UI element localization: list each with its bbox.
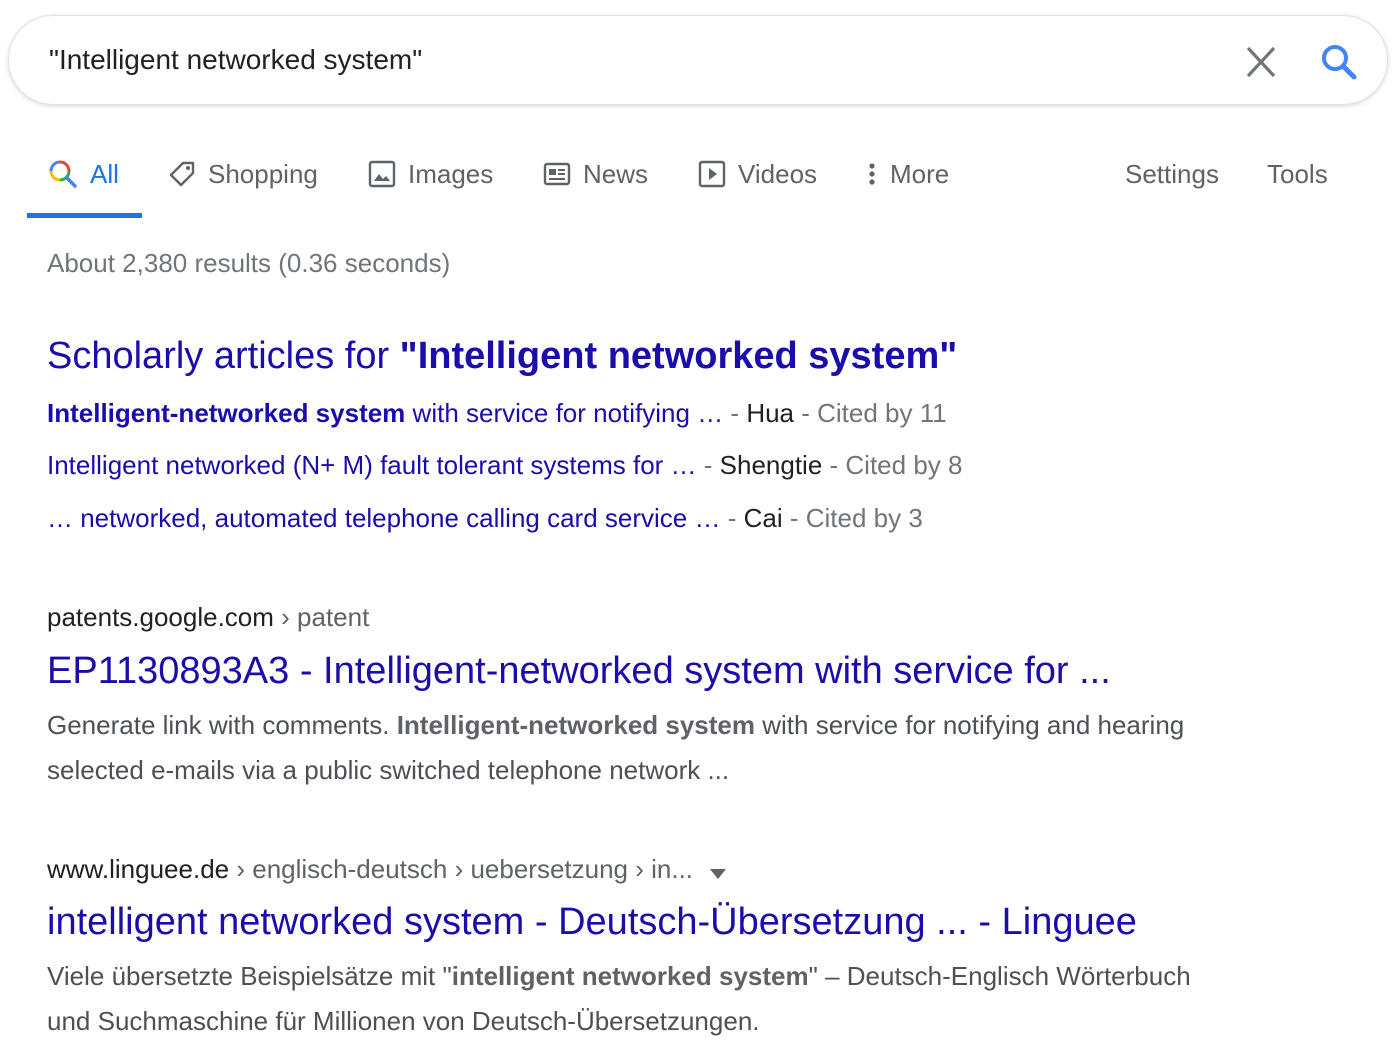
result-domain: patents.google.com xyxy=(47,602,274,632)
tab-images[interactable]: Images xyxy=(368,154,493,194)
tab-all[interactable]: All xyxy=(48,154,119,194)
tab-label: More xyxy=(890,158,950,189)
scholar-item-text: Intelligent networked (N+ M) fault toler… xyxy=(47,450,697,480)
scholar-author: Shengtie xyxy=(719,450,823,480)
tab-news[interactable]: News xyxy=(543,154,648,194)
scholar-author: Hua xyxy=(746,398,795,428)
scholar-item-link[interactable]: Intelligent-networked system with servic… xyxy=(47,398,723,428)
scholar-item-link[interactable]: Intelligent networked (N+ M) fault toler… xyxy=(47,450,697,480)
scholar-item: … networked, automated telephone calling… xyxy=(47,503,923,534)
result-snippet: Viele übersetzte Beispielsätze mit "inte… xyxy=(47,954,1227,1044)
close-icon xyxy=(1246,46,1276,78)
snippet-text: Generate link with comments. xyxy=(47,710,397,740)
result-domain: www.linguee.de xyxy=(47,854,230,884)
snippet-text: Viele übersetzte Beispielsätze mit " xyxy=(47,961,452,991)
tab-shopping[interactable]: Shopping xyxy=(168,154,318,194)
scholar-item: Intelligent-networked system with servic… xyxy=(47,398,947,429)
scholar-title-prefix: Scholarly articles for xyxy=(47,335,400,377)
search-box xyxy=(8,15,1388,105)
image-icon xyxy=(368,160,396,188)
caret-down-icon xyxy=(710,868,727,879)
result-url: patents.google.com › patent xyxy=(47,602,369,633)
play-icon xyxy=(698,160,726,188)
clear-search-button[interactable] xyxy=(1237,43,1285,81)
more-vert-icon xyxy=(869,163,875,185)
tab-label: News xyxy=(583,158,649,189)
search-icon xyxy=(1322,45,1357,80)
tab-more[interactable]: More xyxy=(866,154,949,194)
tools-link[interactable]: Tools xyxy=(1267,154,1328,194)
result-url: www.linguee.de › englisch-deutsch › uebe… xyxy=(47,854,727,887)
scholar-item-text: … networked, automated telephone calling… xyxy=(47,503,721,533)
search-icon xyxy=(49,160,77,188)
separator: - xyxy=(822,450,846,480)
result-title-link[interactable]: intelligent networked system - Deutsch-Ü… xyxy=(47,901,1137,944)
result-breadcrumb: › englisch-deutsch › uebersetzung › in..… xyxy=(229,854,694,884)
scholar-item: Intelligent networked (N+ M) fault toler… xyxy=(47,450,962,481)
tab-videos[interactable]: Videos xyxy=(698,154,817,194)
tab-label: Shopping xyxy=(208,158,318,189)
newspaper-icon xyxy=(543,162,571,186)
scholar-item-text: with service for notifying … xyxy=(405,398,724,428)
result-stats: About 2,380 results (0.36 seconds) xyxy=(47,248,451,278)
separator: - xyxy=(720,503,744,533)
settings-label: Settings xyxy=(1125,158,1219,189)
separator: - xyxy=(782,503,806,533)
scholar-title[interactable]: Scholarly articles for "Intelligent netw… xyxy=(47,335,957,378)
cited-by-link[interactable]: Cited by 11 xyxy=(817,398,947,428)
search-tabs: All Shopping Images News Videos More Set… xyxy=(0,140,1400,220)
scholar-author: Cai xyxy=(743,503,783,533)
separator: - xyxy=(696,450,720,480)
result-title-link[interactable]: EP1130893A3 - Intelligent-networked syst… xyxy=(47,650,1111,693)
scholar-title-query: "Intelligent networked system" xyxy=(399,335,958,377)
snippet-highlight: Intelligent-networked system xyxy=(396,710,756,740)
separator: - xyxy=(794,398,818,428)
settings-link[interactable]: Settings xyxy=(1125,154,1219,194)
scholar-item-bold: Intelligent-networked system xyxy=(47,398,406,428)
tab-label: Images xyxy=(408,158,494,189)
tag-icon xyxy=(169,161,195,187)
tab-label: Videos xyxy=(738,158,818,189)
active-tab-indicator xyxy=(27,213,142,218)
scholar-item-link[interactable]: … networked, automated telephone calling… xyxy=(47,503,720,533)
tools-label: Tools xyxy=(1267,158,1328,189)
result-breadcrumb: › patent xyxy=(273,602,370,632)
separator: - xyxy=(723,398,747,428)
snippet-highlight: intelligent networked system xyxy=(451,961,809,991)
tab-label: All xyxy=(90,158,119,189)
cited-by-link[interactable]: Cited by 8 xyxy=(845,450,962,480)
result-snippet: Generate link with comments. Intelligent… xyxy=(47,703,1227,793)
search-input[interactable] xyxy=(49,40,1169,80)
search-button[interactable] xyxy=(1315,40,1363,84)
cited-by-link[interactable]: Cited by 3 xyxy=(806,503,923,533)
result-options-button[interactable] xyxy=(709,856,727,887)
